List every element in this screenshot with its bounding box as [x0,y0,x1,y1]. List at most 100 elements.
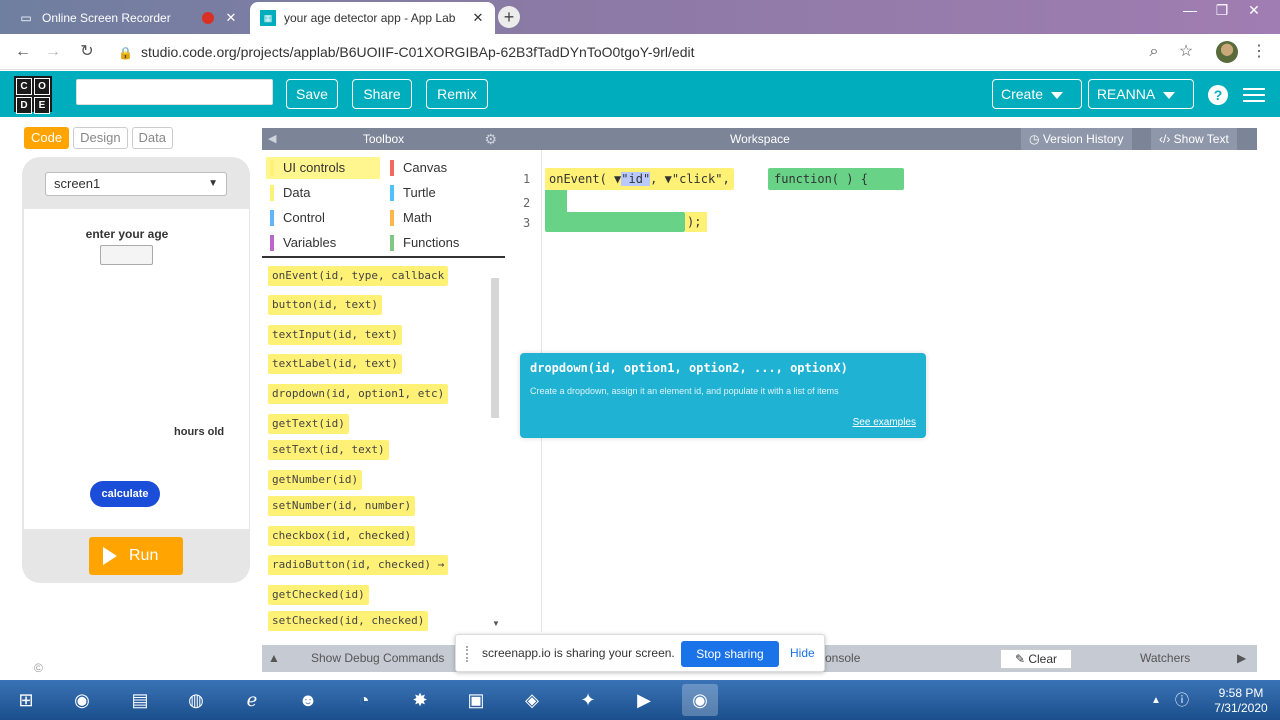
help-icon[interactable]: ? [1208,85,1228,105]
create-dropdown[interactable]: Create [992,79,1082,109]
category-control[interactable]: Control [266,207,325,229]
workspace-title: Workspace [730,132,790,146]
screen-selector-value: screen1 [54,176,101,191]
block-getchecked[interactable]: getChecked(id) [268,585,369,605]
menu-dots-icon[interactable]: ⋮ [1248,41,1270,63]
function-block[interactable]: function( ) { [768,168,904,190]
block-getnumber[interactable]: getNumber(id) [268,470,363,490]
back-icon[interactable]: ← [12,41,34,63]
expand-watchers-icon[interactable]: ▶ [1237,645,1246,672]
code-org-logo[interactable]: C O D E [14,76,52,114]
function-close [545,212,685,232]
onevent-block[interactable]: onEvent( ▼"id", ▼"click", [545,168,734,190]
app-icon[interactable]: ☻ [290,684,326,716]
block-button[interactable]: button(id, text) [268,295,382,315]
see-examples-link[interactable]: See examples [853,417,916,428]
firefox-icon[interactable]: ◍ [178,684,214,716]
code-icon: ‹/› [1159,132,1174,146]
category-canvas[interactable]: Canvas [386,157,447,179]
scroll-down-icon[interactable]: ▼ [492,619,500,628]
toolbox-scrollbar[interactable] [491,278,499,418]
gear-icon[interactable]: ⚙ [484,128,497,150]
internet-explorer-icon[interactable]: ℯ [234,684,270,716]
zoom-icon[interactable]: ⌕ [1143,41,1165,63]
design-mode-button[interactable]: Design [73,127,128,149]
restore-icon[interactable]: ❐ [1206,0,1238,22]
chrome-icon[interactable]: ◉ [64,684,100,716]
hours-label: hours old [174,426,225,438]
category-turtle[interactable]: Turtle [386,182,436,204]
chrome-active-icon[interactable]: ◉ [682,684,718,716]
block-setnumber[interactable]: setNumber(id, number) [268,496,416,516]
project-name-field[interactable] [76,79,273,105]
drag-handle-icon[interactable] [466,646,472,662]
block-dropdown[interactable]: dropdown(id, option1, etc) [268,384,449,404]
age-input[interactable] [100,245,153,265]
network-icon[interactable]: ⓘ [1172,684,1192,716]
app-icon[interactable]: ◈ [514,684,550,716]
copyright-icon[interactable]: © [34,661,43,675]
show-debug-commands[interactable]: Show Debug Commands [311,645,444,672]
app-icon[interactable]: ▣ [458,684,494,716]
category-math[interactable]: Math [386,207,432,229]
remix-button[interactable]: Remix [426,79,488,109]
stop-sharing-button[interactable]: Stop sharing [681,641,779,667]
start-button-icon[interactable]: ⊞ [8,684,44,716]
system-clock[interactable]: 9:58 PM 7/31/2020 [1206,686,1276,716]
function-slot[interactable] [567,196,587,210]
dropdown-caret-icon[interactable]: ▼ [665,172,672,186]
share-button[interactable]: Share [352,79,412,109]
block-setchecked[interactable]: setChecked(id, checked) [268,611,429,631]
block-textlabel[interactable]: textLabel(id, text) [268,354,402,374]
chevron-down-icon: ▼ [208,178,218,189]
version-history-button[interactable]: ◷ Version History [1021,128,1132,150]
app-icon[interactable]: ✸ [402,684,438,716]
click-arg[interactable]: "click" [672,172,723,186]
show-text-button[interactable]: ‹/› Show Text [1151,128,1237,150]
tab-app-lab[interactable]: ▦ your age detector app - App Lab ✕ [250,2,495,34]
workspace-header: Workspace ◷ Version History ‹/› Show Tex… [505,128,1257,150]
new-tab-button[interactable]: + [498,6,520,28]
file-explorer-icon[interactable]: ▤ [122,684,158,716]
code-org-icon: ▦ [260,10,276,26]
block-gettext[interactable]: getText(id) [268,414,349,434]
category-variables[interactable]: Variables [266,232,336,254]
reload-icon[interactable]: ↻ [76,41,98,63]
close-window-icon[interactable]: ✕ [1238,0,1270,22]
block-radiobutton[interactable]: radioButton(id, checked) → [268,555,449,575]
id-arg[interactable]: "id" [621,172,651,186]
bookmark-star-icon[interactable]: ☆ [1175,41,1197,63]
hide-button[interactable]: Hide [790,646,815,660]
media-player-icon[interactable]: ▶ [626,684,662,716]
block-checkbox[interactable]: checkbox(id, checked) [268,526,416,546]
forward-icon[interactable]: → [42,41,64,63]
url-field[interactable]: 🔒 studio.code.org/projects/applab/B6UOIIF… [118,40,695,65]
tray-arrow-icon[interactable]: ▲ [1146,684,1166,716]
app-icon[interactable]: ✦ [570,684,606,716]
run-button[interactable]: Run [89,537,183,575]
category-data[interactable]: Data [266,182,310,204]
browser-tab-bar: ▭ Online Screen Recorder ✕ ▦ your age de… [0,0,1280,34]
clear-console-button[interactable]: ✎ Clear [1000,649,1072,669]
calculate-button[interactable]: calculate [90,481,160,507]
hamburger-menu-icon[interactable] [1243,84,1265,104]
screen-recorder-icon: ▭ [20,11,32,25]
save-button[interactable]: Save [286,79,338,109]
minimize-icon[interactable]: — [1174,0,1206,22]
data-mode-button[interactable]: Data [131,127,174,149]
expand-debug-icon[interactable]: ▲ [268,645,280,672]
category-ui-controls[interactable]: UI controls [266,157,380,179]
close-tab-icon[interactable]: ✕ [471,10,485,26]
block-settext[interactable]: setText(id, text) [268,440,389,460]
profile-avatar[interactable] [1216,41,1238,63]
category-functions[interactable]: Functions [386,232,459,254]
user-dropdown[interactable]: REANNA [1088,79,1194,109]
screen-selector[interactable]: screen1 ▼ [45,172,227,196]
edge-icon[interactable]: ◔ [346,684,382,716]
collapse-left-icon[interactable]: ◀ [268,128,276,150]
tab-screen-recorder[interactable]: ▭ Online Screen Recorder ✕ [8,2,248,34]
close-tab-icon[interactable]: ✕ [224,10,238,26]
block-onevent[interactable]: onEvent(id, type, callback [268,266,449,286]
block-textinput[interactable]: textInput(id, text) [268,325,402,345]
code-mode-button[interactable]: Code [24,127,70,149]
